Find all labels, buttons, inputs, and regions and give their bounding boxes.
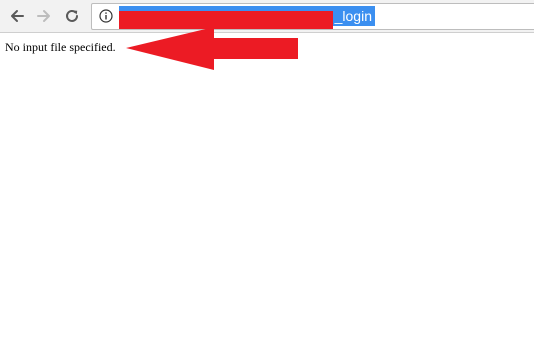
url-text: _login — [334, 8, 372, 24]
back-arrow-icon — [11, 10, 24, 22]
red-annotation-arrow — [126, 27, 298, 70]
error-message: No input file specified. — [5, 40, 116, 54]
forward-arrow-icon — [37, 10, 50, 22]
reload-icon — [66, 9, 78, 22]
address-bar[interactable]: _login — [91, 3, 534, 30]
forward-button[interactable] — [33, 5, 55, 27]
info-icon[interactable] — [99, 9, 113, 23]
back-button[interactable] — [6, 5, 28, 27]
reload-button[interactable] — [61, 5, 83, 27]
